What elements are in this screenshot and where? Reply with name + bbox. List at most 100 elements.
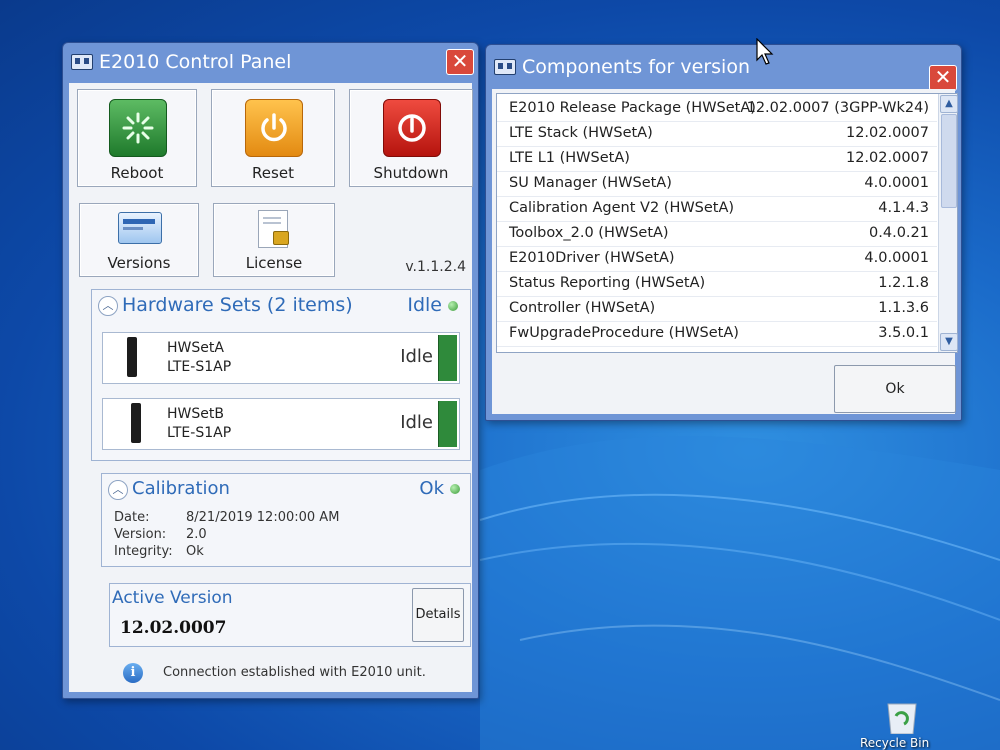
scroll-down-icon[interactable]: ▼ xyxy=(940,333,958,351)
collapse-chevron-icon[interactable]: ︿ xyxy=(108,480,128,500)
mouse-cursor-icon xyxy=(756,38,774,65)
component-name: Status Reporting (HWSetA) xyxy=(509,275,706,291)
reset-button[interactable]: Reset xyxy=(211,89,335,187)
calibration-title: Calibration xyxy=(132,478,230,499)
device-icon xyxy=(131,403,141,443)
shutdown-label: Shutdown xyxy=(373,164,449,182)
ok-button[interactable]: Ok xyxy=(834,365,956,413)
versions-icon xyxy=(118,212,162,244)
list-item[interactable]: Calibration Agent V2 (HWSetA) 4.1.4.3 xyxy=(497,196,937,222)
calibration-section: ︿ Calibration Ok Date: 8/21/2019 12:00:0… xyxy=(101,473,471,567)
component-version: 0.4.0.21 xyxy=(869,225,929,241)
license-icon xyxy=(258,210,289,248)
component-name: Calibration Agent V2 (HWSetA) xyxy=(509,200,735,216)
hardware-set-state: Idle xyxy=(400,346,433,367)
component-name: LTE L1 (HWSetA) xyxy=(509,150,630,166)
calibration-integrity-value: Ok xyxy=(186,544,204,559)
control-panel-title: E2010 Control Panel xyxy=(99,51,292,73)
component-version: 4.1.4.3 xyxy=(878,200,929,216)
hardware-set-row[interactable]: HWSetA LTE-S1AP Idle xyxy=(102,332,460,384)
status-led-icon xyxy=(450,484,460,494)
components-titlebar[interactable]: Components for version xyxy=(486,45,961,89)
details-label: Details xyxy=(415,607,461,622)
power-icon xyxy=(245,99,303,157)
status-led-icon xyxy=(448,300,458,311)
close-button[interactable]: ✕ xyxy=(446,49,474,75)
component-name: FwUpgradeProcedure (HWSetA) xyxy=(509,325,739,341)
component-name: E2010Driver (HWSetA) xyxy=(509,250,675,266)
license-label: License xyxy=(245,254,303,272)
shutdown-icon xyxy=(383,99,441,157)
details-button[interactable]: Details xyxy=(412,588,464,642)
close-button[interactable]: ✕ xyxy=(929,65,957,91)
reboot-label: Reboot xyxy=(110,164,164,182)
list-item[interactable]: LTE L1 (HWSetA) 12.02.0007 xyxy=(497,146,937,172)
hardware-sets-status-text: Idle xyxy=(407,294,442,316)
hardware-set-name: HWSetA xyxy=(167,340,224,356)
collapse-chevron-icon[interactable]: ︿ xyxy=(98,296,118,316)
hardware-sets-status: Idle xyxy=(407,294,458,316)
recycle-bin-icon[interactable] xyxy=(880,700,924,734)
list-item[interactable]: E2010 Release Package (HWSetA) 12.02.0007… xyxy=(497,96,937,122)
component-name: Controller (HWSetA) xyxy=(509,300,656,316)
reboot-button[interactable]: Reboot xyxy=(77,89,197,187)
shutdown-button[interactable]: Shutdown xyxy=(349,89,473,187)
app-icon xyxy=(71,54,93,70)
versions-button[interactable]: Versions xyxy=(79,203,199,277)
calibration-version-value: 2.0 xyxy=(186,527,207,542)
vertical-scrollbar[interactable]: ▲ ▼ xyxy=(938,94,958,352)
close-icon: ✕ xyxy=(934,65,952,89)
scroll-thumb[interactable] xyxy=(941,114,957,208)
component-version: 1.1.3.6 xyxy=(878,300,929,316)
component-name: Toolbox_2.0 (HWSetA) xyxy=(509,225,669,241)
active-version-value: 12.02.0007 xyxy=(120,618,227,638)
component-version: 12.02.0007 xyxy=(845,125,929,141)
scroll-up-icon[interactable]: ▲ xyxy=(940,95,958,113)
list-item[interactable]: E2010Driver (HWSetA) 4.0.0001 xyxy=(497,246,937,272)
components-list[interactable]: E2010 Release Package (HWSetA) 12.02.0007… xyxy=(496,93,958,353)
component-version: 1.2.1.8 xyxy=(878,275,929,291)
versions-label: Versions xyxy=(107,254,171,272)
control-panel-titlebar[interactable]: E2010 Control Panel xyxy=(63,43,478,81)
list-item[interactable]: FwUpgradeProcedure (HWSetA) 3.5.0.1 xyxy=(497,321,937,347)
list-item[interactable]: SU Manager (HWSetA) 4.0.0001 xyxy=(497,171,937,197)
app-version: v.1.1.2.4 xyxy=(405,259,466,275)
component-version: 4.0.0001 xyxy=(864,175,929,191)
hardware-set-info: HWSetB LTE-S1AP xyxy=(167,405,231,443)
component-version: 12.02.0007 xyxy=(845,150,929,166)
hardware-set-name: HWSetB xyxy=(167,406,224,422)
active-version-title: Active Version xyxy=(112,588,233,608)
status-bar xyxy=(438,401,457,447)
component-version: 12.02.0007 (3GPP-Wk24) xyxy=(746,100,929,116)
control-panel-window: E2010 Control Panel ✕ Reboot Reset Shutd… xyxy=(62,42,479,699)
calibration-status-text: Ok xyxy=(419,478,444,499)
control-panel-client: Reboot Reset Shutdown Versions License v… xyxy=(69,83,473,692)
components-client: E2010 Release Package (HWSetA) 12.02.0007… xyxy=(492,89,958,414)
list-item[interactable]: LTE Stack (HWSetA) 12.02.0007 xyxy=(497,121,937,147)
calibration-status: Ok xyxy=(419,478,460,499)
component-name: LTE Stack (HWSetA) xyxy=(509,125,653,141)
list-item[interactable]: Status Reporting (HWSetA) 1.2.1.8 xyxy=(497,271,937,297)
status-bar xyxy=(438,335,457,381)
reset-label: Reset xyxy=(252,164,294,182)
hardware-sets-title: Hardware Sets (2 items) xyxy=(122,294,353,316)
calibration-version-label: Version: xyxy=(114,527,167,542)
hardware-set-model: LTE-S1AP xyxy=(167,359,232,375)
list-item[interactable]: Controller (HWSetA) 1.1.3.6 xyxy=(497,296,937,322)
recycle-bin-label: Recycle Bin xyxy=(860,736,930,750)
active-version-section: Active Version 12.02.0007 Details xyxy=(109,583,471,647)
calibration-integrity-label: Integrity: xyxy=(114,544,173,559)
info-icon: i xyxy=(123,663,143,683)
status-message: Connection established with E2010 unit. xyxy=(163,665,426,680)
license-button[interactable]: License xyxy=(213,203,335,277)
calibration-date-label: Date: xyxy=(114,510,150,525)
calibration-date-value: 8/21/2019 12:00:00 AM xyxy=(186,510,340,525)
list-item[interactable]: Toolbox_2.0 (HWSetA) 0.4.0.21 xyxy=(497,221,937,247)
device-icon xyxy=(127,337,137,377)
hardware-set-model: LTE-S1AP xyxy=(167,425,232,441)
hardware-set-state: Idle xyxy=(400,412,433,433)
component-name: E2010 Release Package (HWSetA) xyxy=(509,100,756,116)
hardware-set-row[interactable]: HWSetB LTE-S1AP Idle xyxy=(102,398,460,450)
ok-label: Ok xyxy=(885,381,905,397)
hardware-set-info: HWSetA LTE-S1AP xyxy=(167,339,231,377)
